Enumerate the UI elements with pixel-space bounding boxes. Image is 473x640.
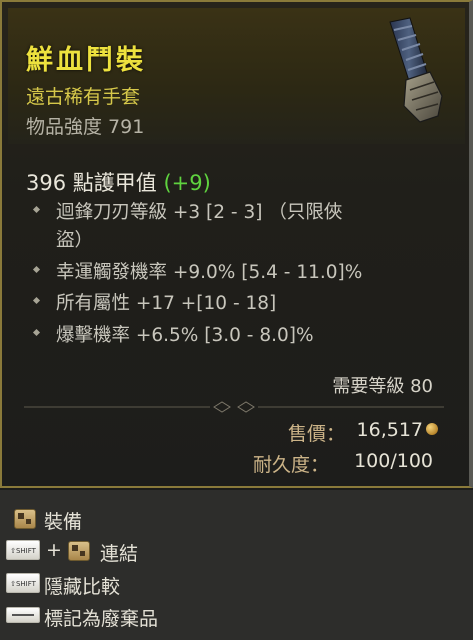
shift-key-icon: ⇧SHIFT [6,573,40,593]
action-hints: 裝備 ⇧SHIFT + 連結 ⇧SHIFT 隱藏比較 標記為廢棄品 [0,490,473,640]
equip-label: 裝備 [44,511,83,533]
mark-junk-label: 標記為廢棄品 [44,608,159,630]
gloves-icon [389,17,443,123]
hide-compare-label: 隱藏比較 [44,576,121,598]
required-level: 需要等級 80 [332,376,433,397]
bullet-icon [32,205,41,214]
armor-text: 396 點護甲值 [26,171,157,195]
link-action[interactable]: ⇧SHIFT + 連結 [6,537,206,565]
link-label: 連結 [100,543,139,565]
bullet-icon [32,296,41,305]
affix-text: 所有屬性 +17 +[10 - 18] [56,293,277,314]
shift-key-icon: ⇧SHIFT [6,540,40,560]
armor-value: 396 點護甲值 (+9) [26,167,211,197]
ornament-divider [24,401,444,413]
armor-bonus: (+9) [163,171,211,195]
item-name: 鮮血鬥裝 [26,45,146,76]
hide-compare-action[interactable]: ⇧SHIFT 隱藏比較 [6,570,206,598]
spacebar-key-icon [6,607,40,623]
plus-sign: + [46,539,62,561]
item-rarity-type: 遠古稀有手套 [26,86,141,108]
durability-value: 100/100 [354,450,433,472]
affix-text: 幸運觸發機率 +9.0% [5.4 - 11.0]% [56,262,363,283]
bullet-icon [32,265,41,274]
gold-coin-icon [426,423,438,435]
sell-price-label: 售價： [287,423,345,445]
affix-text: 盜） [56,230,94,251]
durability-label: 耐久度： [252,454,329,476]
item-power: 物品強度 791 [26,116,145,138]
bullet-icon [32,328,41,337]
tooltip-header: 鮮血鬥裝 遠古稀有手套 物品強度 791 [8,8,465,144]
equip-action[interactable]: 裝備 [6,505,206,533]
mouse-left-icon [68,541,90,561]
mark-junk-action[interactable]: 標記為廢棄品 [6,602,226,630]
mouse-right-icon [14,509,36,529]
item-tooltip: 鮮血鬥裝 遠古稀有手套 物品強度 791 396 點護甲值 (+9) 迴鋒刀刃等… [0,0,473,488]
sell-price-value: 16,517 [356,419,423,441]
affix-text: 爆擊機率 +6.5% [3.0 - 8.0]% [56,325,314,346]
affix-text: 迴鋒刀刃等級 +3 [2 - 3] （只限俠 [56,202,343,223]
